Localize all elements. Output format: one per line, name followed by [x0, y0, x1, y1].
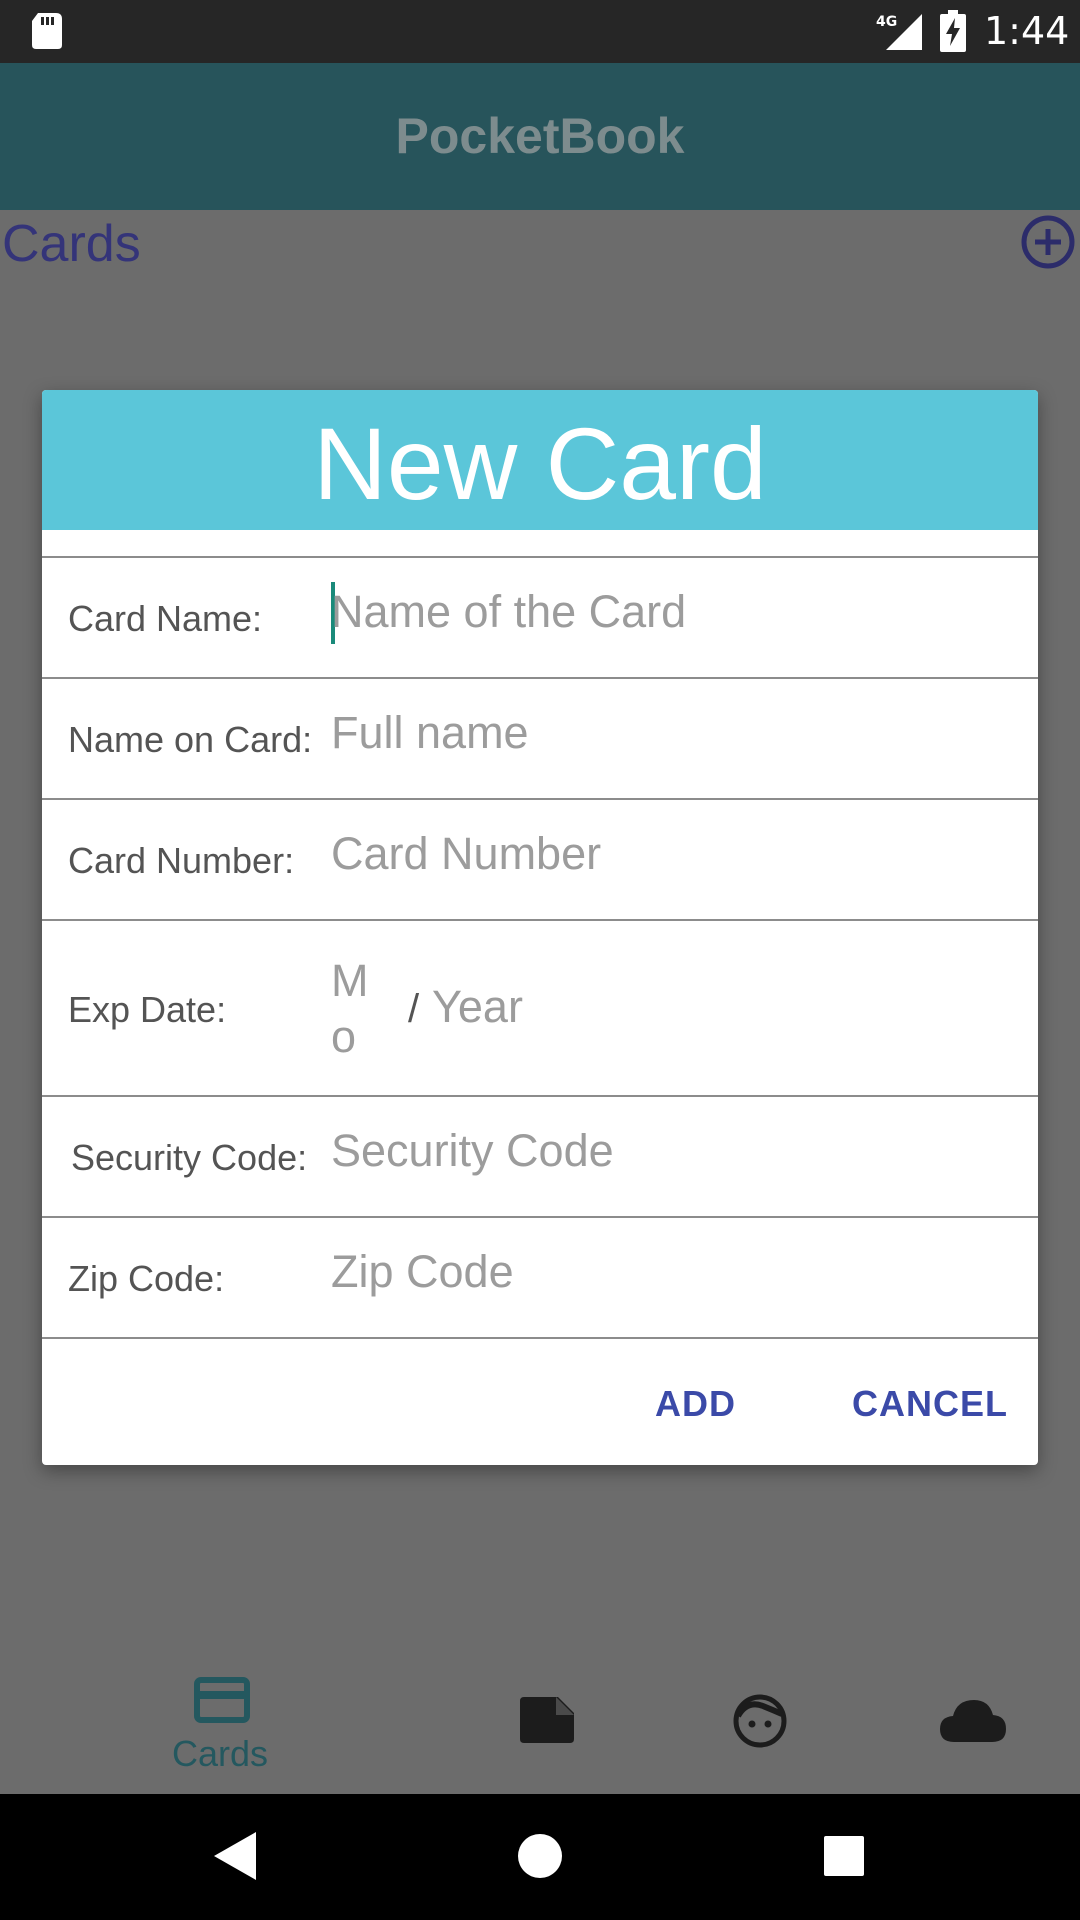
note-icon[interactable]: [520, 1697, 574, 1743]
security-code-row: Security Code: Security Code: [42, 1095, 1038, 1216]
signal-icon: 4G: [876, 14, 922, 50]
security-code-input[interactable]: Security Code: [331, 1125, 614, 1177]
back-icon[interactable]: [214, 1832, 256, 1880]
network-type-label: 4G: [876, 14, 897, 30]
nav-item-cards-label: Cards: [172, 1733, 269, 1774]
zip-code-row: Zip Code: Zip Code: [42, 1216, 1038, 1337]
zip-code-input[interactable]: Zip Code: [331, 1246, 514, 1298]
sd-card-icon: [32, 13, 62, 49]
card-number-input[interactable]: Card Number: [331, 828, 601, 880]
dialog-title: New Card: [42, 390, 1038, 530]
name-on-card-label: Name on Card:: [68, 719, 313, 760]
cloud-icon[interactable]: [940, 1698, 1006, 1742]
status-bar: 4G 1:44: [0, 0, 1080, 63]
card-number-row: Card Number: Card Number: [42, 798, 1038, 919]
zip-code-label: Zip Code:: [68, 1258, 225, 1299]
name-on-card-row: Name on Card: Full name: [42, 677, 1038, 798]
name-on-card-input[interactable]: Full name: [331, 707, 529, 759]
app-bar: PocketBook: [0, 63, 1080, 210]
add-circle-icon[interactable]: [1020, 214, 1076, 270]
exp-month-input[interactable]: Mo: [331, 953, 375, 1065]
credit-card-icon: [194, 1677, 250, 1723]
card-name-row: Card Name: Name of the Card: [42, 556, 1038, 677]
card-name-input[interactable]: Name of the Card: [331, 586, 686, 638]
new-card-dialog: New Card Card Name: Name of the Card Nam…: [42, 390, 1038, 1465]
exp-date-separator: /: [408, 987, 420, 1031]
cancel-button[interactable]: CANCEL: [852, 1383, 1008, 1425]
card-number-label: Card Number:: [68, 840, 295, 881]
battery-charging-icon: [940, 10, 966, 52]
exp-date-label: Exp Date:: [68, 989, 227, 1030]
dialog-actions: ADD CANCEL: [42, 1337, 1038, 1465]
security-code-label: Security Code:: [71, 1137, 308, 1178]
home-icon[interactable]: [518, 1834, 562, 1878]
section-title: Cards: [2, 215, 141, 273]
exp-year-input[interactable]: Year: [432, 981, 523, 1033]
exp-date-row: Exp Date: Mo / Year: [42, 919, 1038, 1095]
clock: 1:44: [984, 9, 1070, 53]
card-name-label: Card Name:: [68, 598, 263, 639]
face-icon[interactable]: [733, 1694, 787, 1748]
add-button[interactable]: ADD: [655, 1383, 736, 1425]
app-title: PocketBook: [395, 108, 685, 164]
system-navigation-bar: [0, 1794, 1080, 1920]
recents-icon[interactable]: [824, 1836, 864, 1876]
